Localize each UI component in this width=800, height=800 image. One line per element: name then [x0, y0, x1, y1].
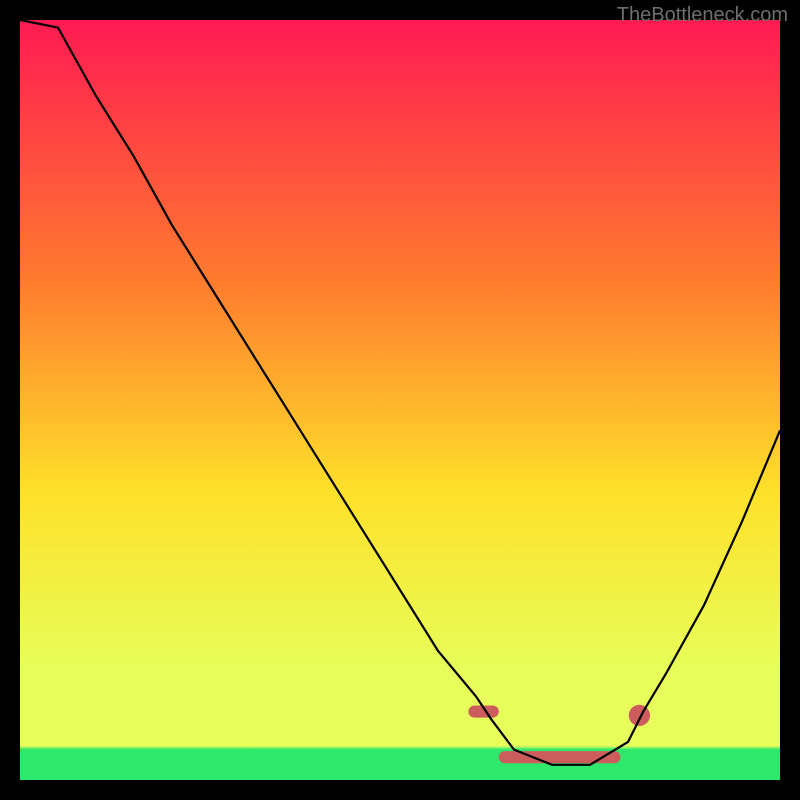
chart-area: [20, 20, 780, 780]
attribution-text: TheBottleneck.com: [617, 4, 788, 27]
gradient-background: [20, 20, 780, 780]
trough-segment-right: [629, 705, 650, 726]
chart-svg: [20, 20, 780, 780]
